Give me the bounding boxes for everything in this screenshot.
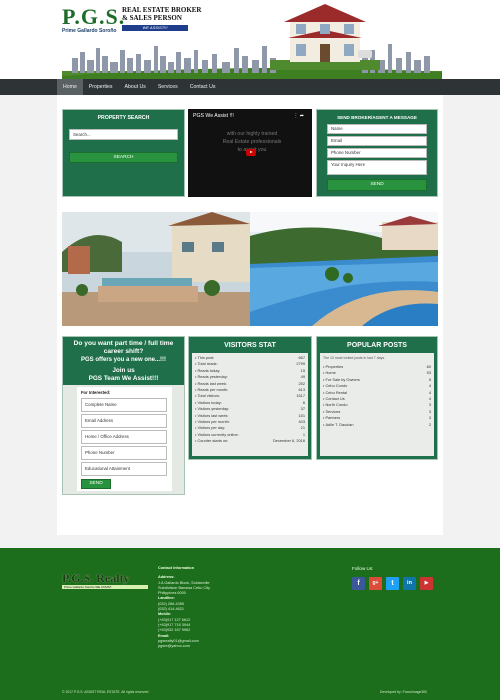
footer-contact-info: Contact Information Address: J.A Gallard… (158, 566, 278, 649)
email-field[interactable]: Email (327, 136, 427, 146)
career-header: Do you want part time / full time career… (63, 337, 184, 385)
social-links: f g+ t in ▶ (352, 577, 437, 590)
property-photo-banner (62, 212, 438, 326)
visitors-stat-list: This post:667Total reads:2799Reads today… (192, 353, 308, 456)
facebook-icon[interactable]: f (352, 577, 365, 590)
video-player[interactable]: PGS We Assist !!! ⋮ ➦ with our highly tr… (188, 109, 312, 197)
educational-attainment-field[interactable]: Educational Attainment (81, 462, 167, 476)
email-address-field[interactable]: Email Address (81, 414, 167, 428)
visitors-stat-box: VISITORS STAT This post:667Total reads:2… (188, 336, 312, 460)
footer-logo-subtitle: Prime Gallardo Soroño WE ASSIST (62, 585, 148, 589)
property-search-title: PROPERTY SEARCH (97, 115, 150, 121)
city-skyline-banner (62, 44, 442, 80)
property-search-button[interactable]: SEARCH (69, 152, 178, 163)
developer-credit[interactable]: Developed by: FocusImage360 (380, 690, 427, 694)
copyright-text: © 2017 P.G.S. ASSIST REAL ESTATE. All ri… (62, 690, 149, 694)
phone-field[interactable]: Phone Number (327, 148, 427, 158)
logo-subtitle: Prime Gallardo Soroño (62, 28, 117, 34)
main-navigation: Home Properties About Us Services Contac… (0, 79, 500, 95)
home-office-address-field[interactable]: Home / Office Address (81, 430, 167, 444)
nav-home[interactable]: Home (57, 79, 83, 95)
career-send-button[interactable]: SEND (81, 479, 111, 489)
send-message-box: SEND BROKER/AGENT A MESSAGE Name Email P… (316, 109, 438, 197)
send-message-title: SEND BROKER/AGENT A MESSAGE (337, 115, 417, 120)
popular-posts-list: The 10 most visited posts in last 7 days… (320, 353, 434, 456)
popular-posts-box: POPULAR POSTS The 10 most visited posts … (316, 336, 438, 460)
visitor-stat-row: Counter starts on: December 6, 2016 (192, 438, 308, 444)
site-footer: P.G.S. Realty Prime Gallardo Soroño WE A… (0, 548, 500, 700)
email-address[interactable]: pgsre@yahoo.com (158, 644, 278, 649)
video-title: PGS We Assist !!! (193, 113, 234, 119)
phone-number-field[interactable]: Phone Number (81, 446, 167, 460)
complete-name-field[interactable]: Complete Name (81, 398, 167, 412)
interested-label: For Interested: (81, 390, 111, 395)
visitor-stat-row-value: December 6, 2016 (272, 438, 305, 444)
play-icon[interactable] (246, 149, 256, 156)
popular-posts-title: POPULAR POSTS (347, 342, 407, 349)
inquiry-field[interactable]: Your Inquiry Here (327, 160, 427, 175)
popular-post-row-value: 2 (428, 421, 431, 427)
twitter-icon[interactable]: t (386, 577, 399, 590)
career-box: Do you want part time / full time career… (62, 336, 185, 495)
nav-properties[interactable]: Properties (83, 79, 119, 95)
career-team: PGS Team We Assist!!! (88, 375, 159, 382)
career-form: For Interested: Complete Name Email Addr… (77, 387, 172, 491)
nav-about-us[interactable]: About Us (119, 79, 152, 95)
contact-title: Contact Information (158, 566, 195, 570)
property-search-input[interactable]: Search... (69, 129, 178, 140)
google-plus-icon[interactable]: g+ (369, 577, 382, 590)
property-search-box: PROPERTY SEARCH Search... SEARCH (62, 109, 185, 197)
logo-tagline: WE ASSIST!!! (122, 25, 188, 31)
visitor-stat-row-label: Counter starts on: (195, 438, 228, 444)
site-header: P.G.S. Prime Gallardo Soroño REAL ESTATE… (0, 0, 500, 80)
house-illustration (270, 4, 380, 70)
career-offer: PGS offers you a new one...!!! (80, 357, 166, 363)
footer-logo[interactable]: P.G.S. Realty (62, 571, 130, 586)
popular-post-row-label[interactable]: Adile T. Daculan (323, 422, 353, 428)
broker-title: REAL ESTATE BROKER & SALES PERSON (122, 6, 202, 22)
popular-post-row: Adile T. Daculan 2 (320, 422, 434, 428)
name-field[interactable]: Name (327, 124, 427, 134)
career-question: Do you want part time / full time career… (73, 340, 174, 355)
video-menu-icons[interactable]: ⋮ ➦ (293, 113, 304, 119)
send-message-button[interactable]: SEND (327, 179, 427, 191)
career-join: Join us (112, 367, 135, 374)
logo-main[interactable]: P.G.S. (62, 4, 125, 30)
youtube-icon[interactable]: ▶ (420, 577, 433, 590)
linkedin-icon[interactable]: in (403, 577, 416, 590)
popular-posts-subtitle: The 10 most visited posts in last 7 days… (323, 356, 386, 360)
visitors-stat-title: VISITORS STAT (224, 342, 276, 349)
nav-contact-us[interactable]: Contact Us (184, 79, 222, 95)
nav-services[interactable]: Services (152, 79, 184, 95)
follow-us-label: Follow Us: (352, 566, 374, 571)
